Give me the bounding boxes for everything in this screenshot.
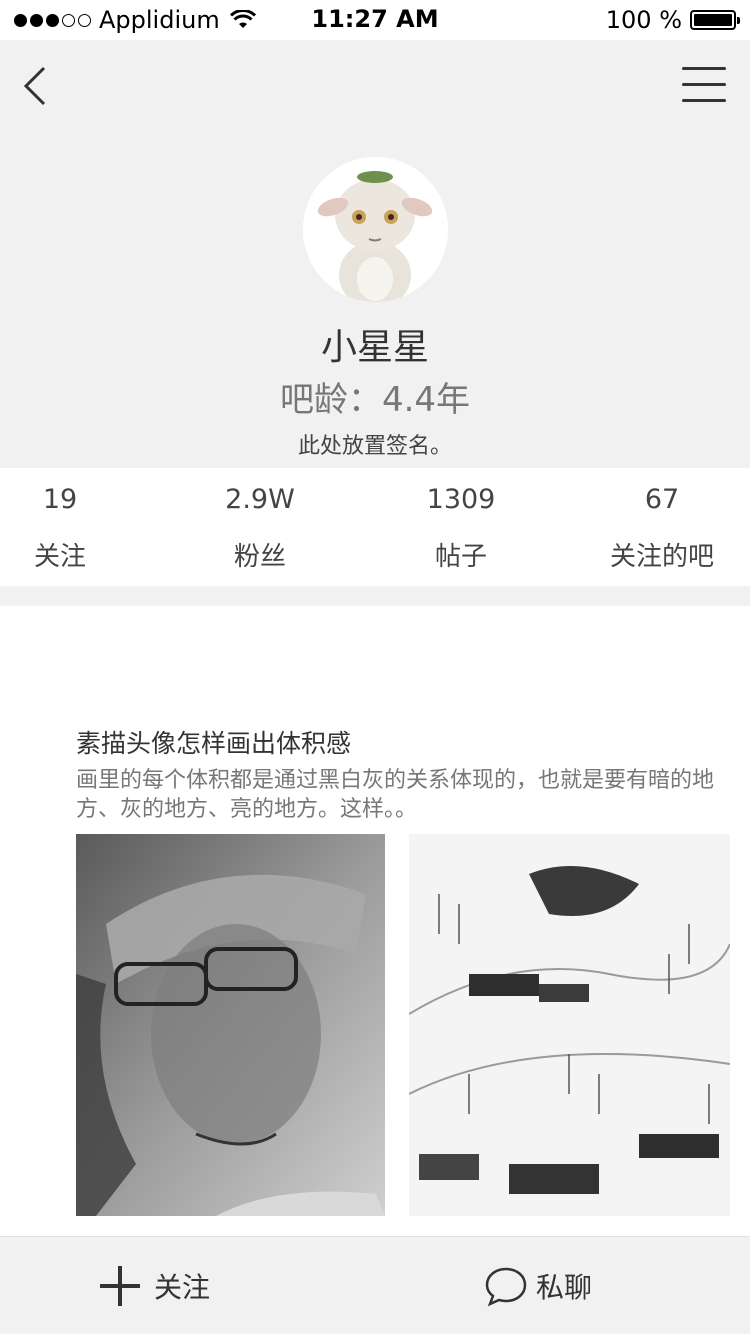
post-image-portrait-sketch[interactable] [76,834,385,1216]
follow-button[interactable]: 关注 [100,1261,210,1311]
stat-label: 关注 [33,542,86,572]
plus-icon [100,1266,140,1306]
private-message-button[interactable]: 私聊 [484,1261,592,1311]
post-title[interactable]: 素描头像怎样画出体积感 [76,724,351,760]
post-card[interactable]: 素描头像怎样画出体积感 画里的每个体积都是通过黑白灰的关系体现的，也就是要有暗的… [0,606,750,1236]
username: 小星星 [320,327,429,368]
snow-village-image [409,834,730,1216]
stat-value: 1309 [426,484,496,515]
ba-age: 吧龄：4.4年 [279,380,471,420]
stat-label: 关注的吧 [609,542,714,572]
status-right: 100 % [605,6,740,34]
status-bar: Applidium 11:27 AM 100 % [0,0,750,40]
stat-value: 19 [42,484,78,515]
avatar-creature-icon [303,157,448,302]
battery-icon [690,10,740,30]
profile-header: 小星星 吧龄：4.4年 此处放置签名。 [0,40,750,468]
stat-label: 帖子 [434,542,487,572]
avatar[interactable] [303,157,448,302]
bottom-action-bar: 关注 私聊 [0,1236,750,1334]
battery-percent: 100 % [605,6,682,34]
chat-bubble-icon [485,1267,527,1307]
message-label: 私聊 [536,1271,593,1304]
post-excerpt: 画里的每个体积都是通过黑白灰的关系体现的，也就是要有暗的地方、灰的地方、亮的地方… [76,768,715,822]
portrait-sketch-image [76,834,385,1216]
stat-label: 粉丝 [233,542,286,572]
signature: 此处放置签名。 [297,434,452,459]
post-image-snow-village[interactable] [409,834,730,1216]
stat-value: 2.9W [225,484,295,515]
battery-fill [694,14,732,26]
back-chevron-icon[interactable] [20,64,60,108]
follow-label: 关注 [154,1271,211,1304]
hamburger-menu-icon[interactable] [682,64,728,108]
stat-value: 67 [644,484,680,515]
stats-row: 19 关注 2.9W 粉丝 1309 帖子 67 关注的吧 [0,468,750,586]
